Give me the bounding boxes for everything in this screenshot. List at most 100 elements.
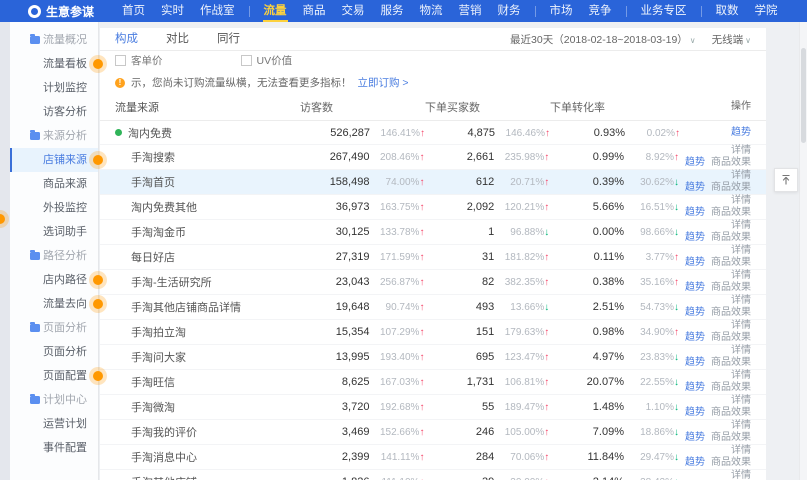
nav-item-link[interactable]: 营销 — [451, 0, 490, 22]
tab-item[interactable]: 同行 — [217, 28, 240, 50]
product-effect-link[interactable]: 商品效果 — [711, 307, 751, 318]
table-row[interactable]: 手淘我的评价3,469152.66%↑246105.00%↑7.09%18.86… — [100, 420, 766, 445]
nav-item-link[interactable]: 作战室 — [192, 0, 243, 22]
date-range-selector[interactable]: 最近30天（2018-02-18~2018-03-19）∨ — [510, 32, 696, 47]
nav-item-link[interactable]: 业务专区 — [633, 0, 695, 22]
product-effect-link[interactable]: 商品效果 — [711, 232, 751, 243]
detail-link[interactable]: 详情 — [731, 320, 751, 331]
table-row[interactable]: 手淘首页158,49874.00%↑61220.71%↑0.39%30.62%↓… — [100, 170, 766, 195]
nav-item-link[interactable]: 取数 — [708, 0, 747, 22]
nav-item-link[interactable]: 市场 — [542, 0, 581, 22]
product-effect-link[interactable]: 商品效果 — [711, 357, 751, 368]
trend-link[interactable]: 趋势 — [685, 282, 705, 293]
subscribe-link[interactable]: 立即订购 > — [358, 75, 409, 90]
tab-item[interactable]: 对比 — [166, 28, 189, 50]
trend-link[interactable]: 趋势 — [685, 457, 705, 468]
sidebar-item[interactable]: 外投监控 — [10, 196, 98, 220]
table-row[interactable]: 淘内免费526,287146.41%↑4,875146.46%↑0.93%0.0… — [100, 121, 766, 145]
table-row[interactable]: 每日好店27,319171.59%↑31181.82%↑0.11%3.77%↑详… — [100, 245, 766, 270]
trend-link[interactable]: 趋势 — [685, 382, 705, 393]
detail-link[interactable]: 详情 — [731, 420, 751, 431]
detail-link[interactable]: 详情 — [731, 195, 751, 206]
table-row[interactable]: 手淘搜索267,490208.46%↑2,661235.98%↑0.99%8.9… — [100, 145, 766, 170]
sidebar-item[interactable]: 选词助手 — [10, 220, 98, 244]
sidebar-item[interactable]: 流量去向 — [10, 292, 98, 316]
detail-link[interactable]: 详情 — [731, 395, 751, 406]
sidebar-item[interactable]: 流量看板 — [10, 52, 98, 76]
product-effect-link[interactable]: 商品效果 — [711, 182, 751, 193]
app-logo[interactable]: 生意参谋 — [28, 3, 94, 20]
sidebar-item[interactable]: 计划监控 — [10, 76, 98, 100]
action-line: 详情 — [725, 370, 751, 382]
detail-link[interactable]: 详情 — [731, 295, 751, 306]
product-effect-link[interactable]: 商品效果 — [711, 432, 751, 443]
trend-link[interactable]: 趋势 — [731, 127, 751, 138]
nav-item-link[interactable]: 物流 — [412, 0, 451, 22]
detail-link[interactable]: 详情 — [731, 370, 751, 381]
metric-checkbox-option[interactable]: UV价值 — [241, 53, 293, 67]
nav-item-link[interactable]: 财务 — [490, 0, 529, 22]
trend-link[interactable]: 趋势 — [685, 207, 705, 218]
detail-link[interactable]: 详情 — [731, 145, 751, 156]
trend-link[interactable]: 趋势 — [685, 432, 705, 443]
table-row[interactable]: 手淘微淘3,720192.68%↑55189.47%↑1.48%1.10%↓详情… — [100, 395, 766, 420]
table-row[interactable]: 手淘其他店铺1,826111.10%↑3930.00%↑2.14%38.42%↓… — [100, 470, 766, 480]
nav-item-link[interactable]: 交易 — [334, 0, 373, 22]
checkbox-unchecked-icon[interactable] — [241, 55, 252, 66]
nav-item-link[interactable]: 学院 — [747, 0, 786, 22]
device-selector[interactable]: 无线端∨ — [712, 32, 751, 47]
trend-link[interactable]: 趋势 — [685, 407, 705, 418]
sidebar-item[interactable]: 页面配置 — [10, 364, 98, 388]
tab-active[interactable]: 构成 — [115, 28, 138, 50]
detail-link[interactable]: 详情 — [731, 470, 751, 480]
sidebar-item[interactable]: 运营计划 — [10, 412, 98, 436]
back-to-top-button[interactable] — [774, 168, 798, 192]
trend-link[interactable]: 趋势 — [685, 182, 705, 193]
sidebar-item[interactable]: 访客分析 — [10, 100, 98, 124]
trend-link[interactable]: 趋势 — [685, 232, 705, 243]
table-row[interactable]: 淘内免费其他36,973163.75%↑2,092120.21%↑5.66%16… — [100, 195, 766, 220]
detail-link[interactable]: 详情 — [731, 220, 751, 231]
sidebar-item[interactable]: 事件配置 — [10, 436, 98, 460]
trend-link[interactable]: 趋势 — [685, 157, 705, 168]
nav-item-link[interactable]: 首页 — [114, 0, 153, 22]
product-effect-link[interactable]: 商品效果 — [711, 382, 751, 393]
table-row[interactable]: 手淘其他店铺商品详情19,64890.74%↑49313.66%↓2.51%54… — [100, 295, 766, 320]
sidebar-item[interactable]: 店内路径 — [10, 268, 98, 292]
nav-item-link[interactable]: 商品 — [295, 0, 334, 22]
nav-item-link[interactable]: 竞争 — [581, 0, 620, 22]
product-effect-link[interactable]: 商品效果 — [711, 282, 751, 293]
detail-link[interactable]: 详情 — [731, 270, 751, 281]
table-row[interactable]: 手淘问大家13,995193.40%↑695123.47%↑4.97%23.83… — [100, 345, 766, 370]
product-effect-link[interactable]: 商品效果 — [711, 257, 751, 268]
sidebar-item[interactable]: 商品来源 — [10, 172, 98, 196]
scrollbar-thumb[interactable] — [801, 48, 806, 143]
detail-link[interactable]: 详情 — [731, 245, 751, 256]
nav-item-active[interactable]: 流量 — [256, 0, 295, 22]
trend-link[interactable]: 趋势 — [685, 307, 705, 318]
nav-item-link[interactable]: 实时 — [153, 0, 192, 22]
table-row[interactable]: 手淘旺信8,625167.03%↑1,731106.81%↑20.07%22.5… — [100, 370, 766, 395]
product-effect-link[interactable]: 商品效果 — [711, 407, 751, 418]
detail-link[interactable]: 详情 — [731, 445, 751, 456]
product-effect-link[interactable]: 商品效果 — [711, 157, 751, 168]
trend-link[interactable]: 趋势 — [685, 357, 705, 368]
table-row[interactable]: 手淘消息中心2,399141.11%↑28470.06%↑11.84%29.47… — [100, 445, 766, 470]
metric-checkbox-option[interactable]: 客单价 — [115, 53, 163, 67]
trend-link[interactable]: 趋势 — [685, 257, 705, 268]
sidebar-item[interactable]: 页面分析 — [10, 340, 98, 364]
sidebar-item[interactable]: 店铺来源 — [10, 148, 98, 172]
detail-link[interactable]: 详情 — [731, 170, 751, 181]
traffic-source-name: 手淘其他店铺 — [131, 474, 197, 480]
trend-link[interactable]: 趋势 — [685, 332, 705, 343]
product-effect-link[interactable]: 商品效果 — [711, 332, 751, 343]
checkbox-unchecked-icon[interactable] — [115, 55, 126, 66]
nav-item-link[interactable]: 服务 — [373, 0, 412, 22]
detail-link[interactable]: 详情 — [731, 345, 751, 356]
product-effect-link[interactable]: 商品效果 — [711, 457, 751, 468]
table-row[interactable]: 手淘拍立淘15,354107.29%↑151179.63%↑0.98%34.90… — [100, 320, 766, 345]
window-scrollbar[interactable] — [799, 22, 807, 480]
table-row[interactable]: 手淘-生活研究所23,043256.87%↑82382.35%↑0.38%35.… — [100, 270, 766, 295]
product-effect-link[interactable]: 商品效果 — [711, 207, 751, 218]
table-row[interactable]: 手淘淘金币30,125133.78%↑196.88%↓0.00%98.66%↓详… — [100, 220, 766, 245]
